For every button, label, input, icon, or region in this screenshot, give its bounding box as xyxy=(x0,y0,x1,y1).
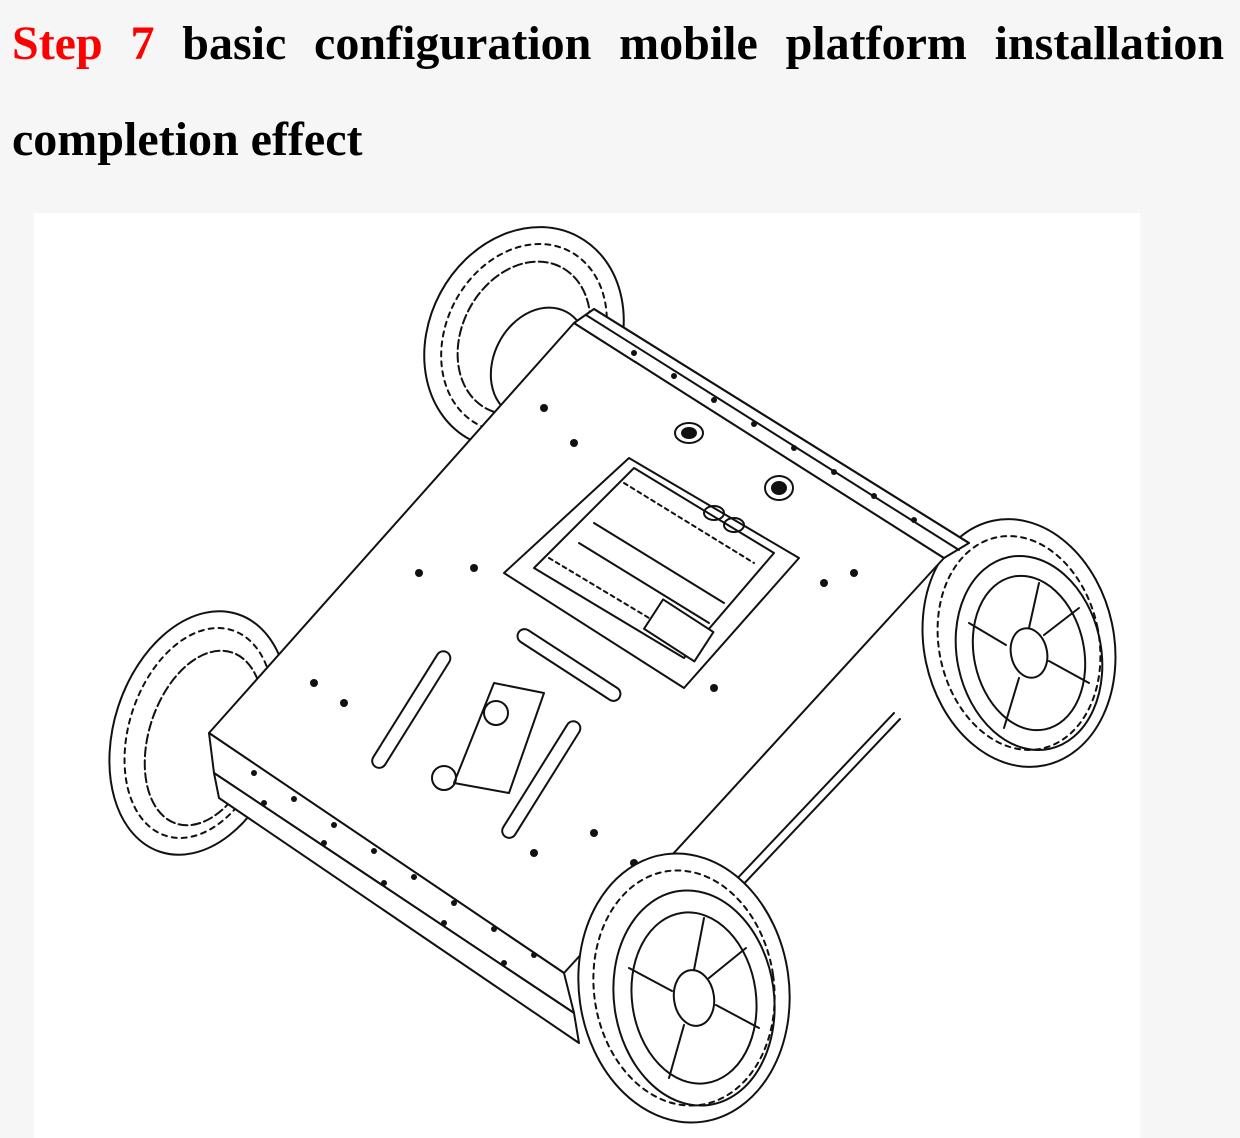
document-page: Step 7 basic configuration mobile platfo… xyxy=(0,0,1240,1138)
assembly-illustration xyxy=(34,213,1140,1138)
step-heading: Step 7 basic configuration mobile platfo… xyxy=(12,0,1224,188)
step-title: basic configuration mobile platform inst… xyxy=(12,17,1225,166)
step-number: 7 xyxy=(130,17,155,70)
step-label: Step xyxy=(12,17,103,70)
chassis-drawing xyxy=(108,226,1117,1124)
